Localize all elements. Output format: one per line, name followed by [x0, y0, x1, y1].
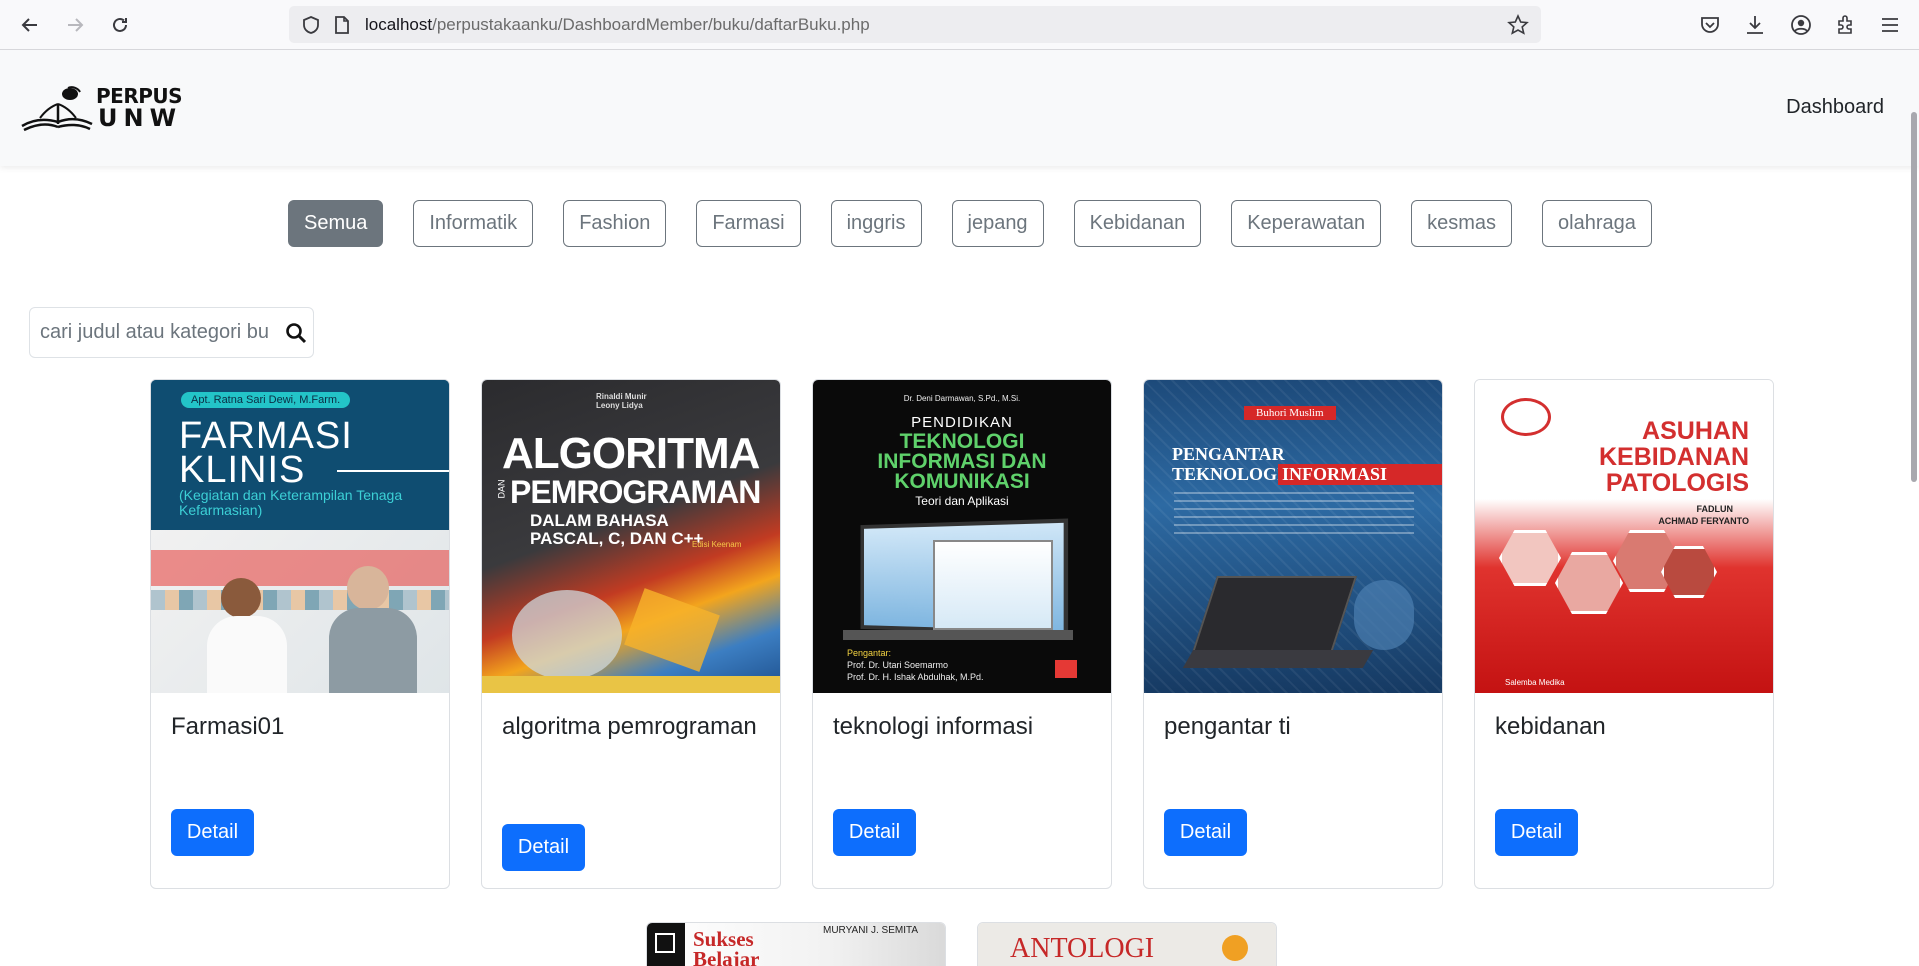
- back-icon[interactable]: [17, 12, 43, 38]
- book-card: ASUHAN KEBIDANAN PATOLOGIS FADLUN ACHMAD…: [1474, 379, 1774, 889]
- book-cover-image[interactable]: Dr. Deni Darmawan, S.Pd., M.Si. PENDIDIK…: [813, 380, 1111, 693]
- page-scrollbar[interactable]: [1911, 112, 1917, 482]
- book-card: Sukses Belajar MURYANI J. SEMITA: [646, 922, 946, 966]
- url-text[interactable]: localhost/perpustakaanku/DashboardMember…: [365, 15, 870, 35]
- category-filter-group: Semua Informatik Fashion Farmasi inggris…: [288, 200, 1652, 247]
- cover-title: Sukses Belajar: [693, 927, 760, 966]
- browser-toolbar: localhost/perpustakaanku/DashboardMember…: [0, 0, 1919, 50]
- cover-author: MURYANI J. SEMITA: [823, 925, 919, 936]
- book-cover-image[interactable]: ASUHAN KEBIDANAN PATOLOGIS FADLUN ACHMAD…: [1475, 380, 1773, 693]
- filter-semua[interactable]: Semua: [288, 200, 384, 247]
- detail-button[interactable]: Detail: [502, 824, 585, 871]
- nav-link-dashboard[interactable]: Dashboard: [1786, 96, 1884, 119]
- book-card-list: Apt. Ratna Sari Dewi, M.Farm. FARMASI KL…: [150, 379, 1774, 889]
- book-card: Rinaldi Munir Leony Lidya ALGORITMA DAN …: [481, 379, 781, 889]
- book-logo-icon: [21, 86, 93, 132]
- book-cover-image[interactable]: Rinaldi Munir Leony Lidya ALGORITMA DAN …: [482, 380, 780, 693]
- book-card-list-row2: Sukses Belajar MURYANI J. SEMITA ANTOLOG…: [646, 922, 1277, 966]
- filter-farmasi[interactable]: Farmasi: [696, 200, 801, 247]
- logo-text-top: PERPUS: [96, 84, 183, 108]
- detail-button[interactable]: Detail: [171, 809, 254, 856]
- page-viewport: PERPUS UNW Dashboard Semua Informatik Fa…: [0, 50, 1919, 966]
- search-button[interactable]: [279, 308, 313, 357]
- book-title: Farmasi01: [171, 713, 285, 740]
- book-title: algoritma pemrograman: [502, 713, 757, 740]
- book-cover-image[interactable]: Apt. Ratna Sari Dewi, M.Farm. FARMASI KL…: [151, 380, 449, 693]
- search-icon: [286, 322, 307, 343]
- menu-icon[interactable]: [1878, 13, 1902, 37]
- detail-button[interactable]: Detail: [833, 809, 916, 856]
- logo-text-bottom: UNW: [98, 104, 183, 132]
- detail-button[interactable]: Detail: [1495, 809, 1578, 856]
- filter-kebidanan[interactable]: Kebidanan: [1073, 200, 1202, 247]
- forward-icon[interactable]: [62, 12, 88, 38]
- search-input[interactable]: [30, 308, 280, 357]
- reload-icon[interactable]: [107, 12, 133, 38]
- pocket-icon[interactable]: [1698, 13, 1722, 37]
- account-icon[interactable]: [1789, 13, 1813, 37]
- book-card: Dr. Deni Darmawan, S.Pd., M.Si. PENDIDIK…: [812, 379, 1112, 889]
- bookmark-star-icon[interactable]: [1507, 14, 1529, 36]
- book-title: teknologi informasi: [833, 713, 1034, 740]
- extensions-icon[interactable]: [1834, 13, 1858, 37]
- filter-keperawatan[interactable]: Keperawatan: [1231, 200, 1382, 247]
- book-title: pengantar ti: [1164, 713, 1291, 740]
- book-card: Apt. Ratna Sari Dewi, M.Farm. FARMASI KL…: [150, 379, 450, 889]
- filter-olahraga[interactable]: olahraga: [1542, 200, 1652, 247]
- filter-informatik[interactable]: Informatik: [413, 200, 534, 247]
- filter-jepang[interactable]: jepang: [951, 200, 1044, 247]
- filter-inggris[interactable]: inggris: [830, 200, 922, 247]
- filter-kesmas[interactable]: kesmas: [1411, 200, 1512, 247]
- filter-fashion[interactable]: Fashion: [563, 200, 667, 247]
- download-icon[interactable]: [1743, 13, 1767, 37]
- search-form: [29, 307, 314, 358]
- book-title: kebidanan: [1495, 713, 1606, 740]
- book-card: ANTOLOGI: [977, 922, 1277, 966]
- shield-icon[interactable]: [301, 15, 321, 35]
- detail-button[interactable]: Detail: [1164, 809, 1247, 856]
- site-logo[interactable]: PERPUS UNW: [20, 86, 183, 132]
- book-cover-image[interactable]: Buhori Muslim PENGANTAR TEKNOLOGI INFORM…: [1144, 380, 1442, 693]
- page-icon[interactable]: [333, 15, 351, 35]
- cover-title: ANTOLOGI: [1010, 933, 1155, 964]
- address-bar[interactable]: localhost/perpustakaanku/DashboardMember…: [289, 6, 1541, 43]
- site-navbar: PERPUS UNW Dashboard: [0, 50, 1919, 166]
- book-card: Buhori Muslim PENGANTAR TEKNOLOGI INFORM…: [1143, 379, 1443, 889]
